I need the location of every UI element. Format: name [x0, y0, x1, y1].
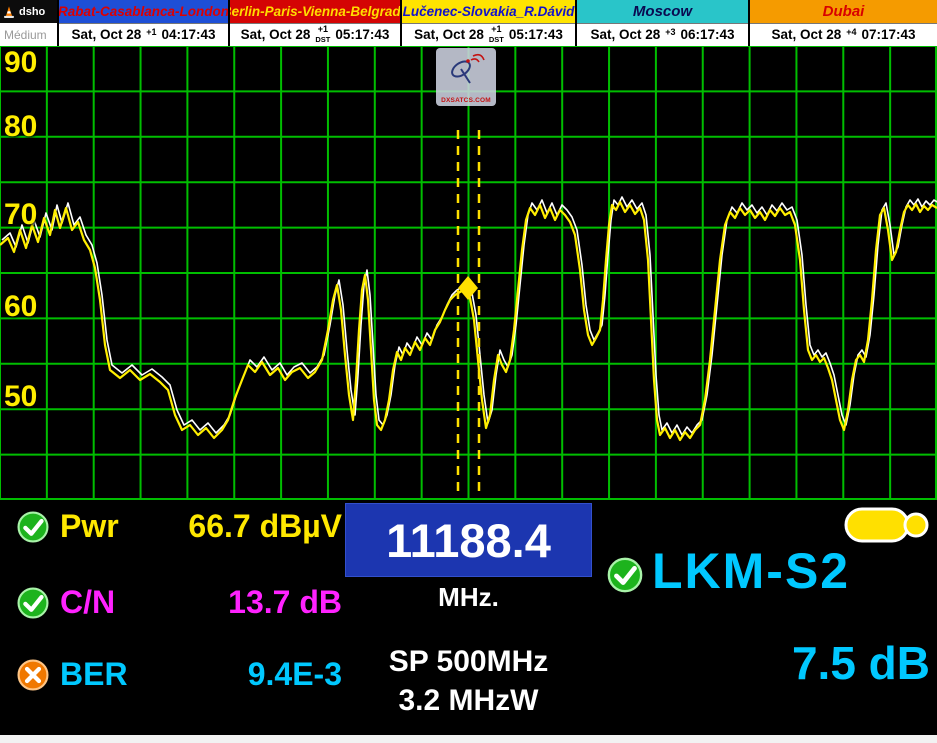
clock-city-label: Moscow [577, 0, 748, 23]
clock-time: Sat, Oct 28 +1 04:17:43 [59, 23, 228, 47]
ber-label: BER [60, 656, 128, 693]
battery-icon [843, 504, 929, 546]
check-icon [16, 510, 50, 544]
clock-widget: Moscow Sat, Oct 28 +3 06:17:43 [575, 0, 748, 46]
clock-time-value: 05:17:43 [335, 27, 389, 42]
clock-offset: +1 [146, 28, 156, 37]
brand-cell: dsho Médium [0, 0, 57, 46]
cn-label: C/N [60, 584, 115, 621]
clock-offset: +4 [846, 28, 856, 37]
measurement-panel: Pwr 66.7 dBµV 11188.4 MHz. LKM-S2 C/N 13… [0, 500, 937, 735]
spectrum-canvas[interactable] [0, 46, 937, 500]
clock-time-value: 04:17:43 [162, 27, 216, 42]
meter-screen: dsho Médium Rabat-Casablanca-London Sat,… [0, 0, 937, 743]
clock-widget: Berlin-Paris-Vienna-Belgrade Sat, Oct 28… [228, 0, 400, 46]
bandwidth-label: 3.2 MHzW [345, 684, 592, 718]
watermark-badge: DXSATCS.COM [436, 48, 496, 106]
cn-value: 13.7 dB [128, 584, 342, 621]
brand-title: dsho [19, 6, 45, 18]
check-icon [606, 556, 644, 594]
clock-time-value: 06:17:43 [681, 27, 735, 42]
clock-widget: Lučenec-Slovakia_R.Dávid Sat, Oct 28 +1 D… [400, 0, 575, 46]
brand-top: dsho [0, 0, 57, 23]
frequency-display[interactable]: 11188.4 [345, 503, 592, 577]
y-axis-label: 90 [4, 46, 37, 80]
watermark-text: DXSATCS.COM [441, 97, 491, 104]
spectrum-display: 90 80 70 60 50 DXSATCS.COM [0, 46, 937, 500]
clock-city-label: Berlin-Paris-Vienna-Belgrade [230, 0, 400, 23]
clock-time: Sat, Oct 28 +1 DST 05:17:43 [402, 23, 575, 47]
clock-time: Sat, Oct 28 +3 06:17:43 [577, 23, 748, 47]
clock-time: Sat, Oct 28 +4 07:17:43 [750, 23, 937, 47]
clock-date: Sat, Oct 28 [590, 27, 660, 42]
clock-date: Sat, Oct 28 [241, 27, 311, 42]
clock-date: Sat, Oct 28 [71, 27, 141, 42]
y-axis-label: 50 [4, 380, 37, 414]
satellite-logo-icon [444, 51, 488, 91]
clock-offset: +1 [318, 25, 328, 34]
clock-date: Sat, Oct 28 [771, 27, 841, 42]
y-axis-label: 80 [4, 110, 37, 144]
ber-value: 9.4E-3 [128, 656, 342, 693]
clock-time-value: 05:17:43 [509, 27, 563, 42]
clock-city-label: Dubai [750, 0, 937, 23]
y-axis-label: 70 [4, 198, 37, 232]
clock-offset: +3 [665, 28, 675, 37]
link-margin-value: 7.5 dB [700, 636, 930, 690]
brand-subtitle: Médium [0, 23, 57, 46]
span-label: SP 500MHz [345, 645, 592, 679]
cross-icon [16, 658, 50, 692]
pwr-label: Pwr [60, 508, 119, 545]
standard-label: LKM-S2 [652, 542, 850, 600]
clock-widget: Dubai Sat, Oct 28 +4 07:17:43 [748, 0, 937, 46]
frequency-unit: MHz. [345, 582, 592, 613]
clock-city-label: Lučenec-Slovakia_R.Dávid [402, 0, 575, 23]
clock-time-value: 07:17:43 [862, 27, 916, 42]
clock-dst: DST [489, 36, 504, 44]
clock-widget: Rabat-Casablanca-London Sat, Oct 28 +1 0… [57, 0, 228, 46]
clock-city-label: Rabat-Casablanca-London [59, 0, 228, 23]
clock-dst: DST [315, 36, 330, 44]
clock-date: Sat, Oct 28 [414, 27, 484, 42]
bottom-strip [0, 735, 937, 743]
pwr-value: 66.7 dBµV [128, 508, 342, 545]
clock-time: Sat, Oct 28 +1 DST 05:17:43 [230, 23, 400, 47]
check-icon [16, 586, 50, 620]
clock-offset: +1 [491, 25, 501, 34]
world-clock-bar: dsho Médium Rabat-Casablanca-London Sat,… [0, 0, 937, 46]
y-axis-label: 60 [4, 290, 37, 324]
vlc-cone-icon [2, 5, 16, 19]
